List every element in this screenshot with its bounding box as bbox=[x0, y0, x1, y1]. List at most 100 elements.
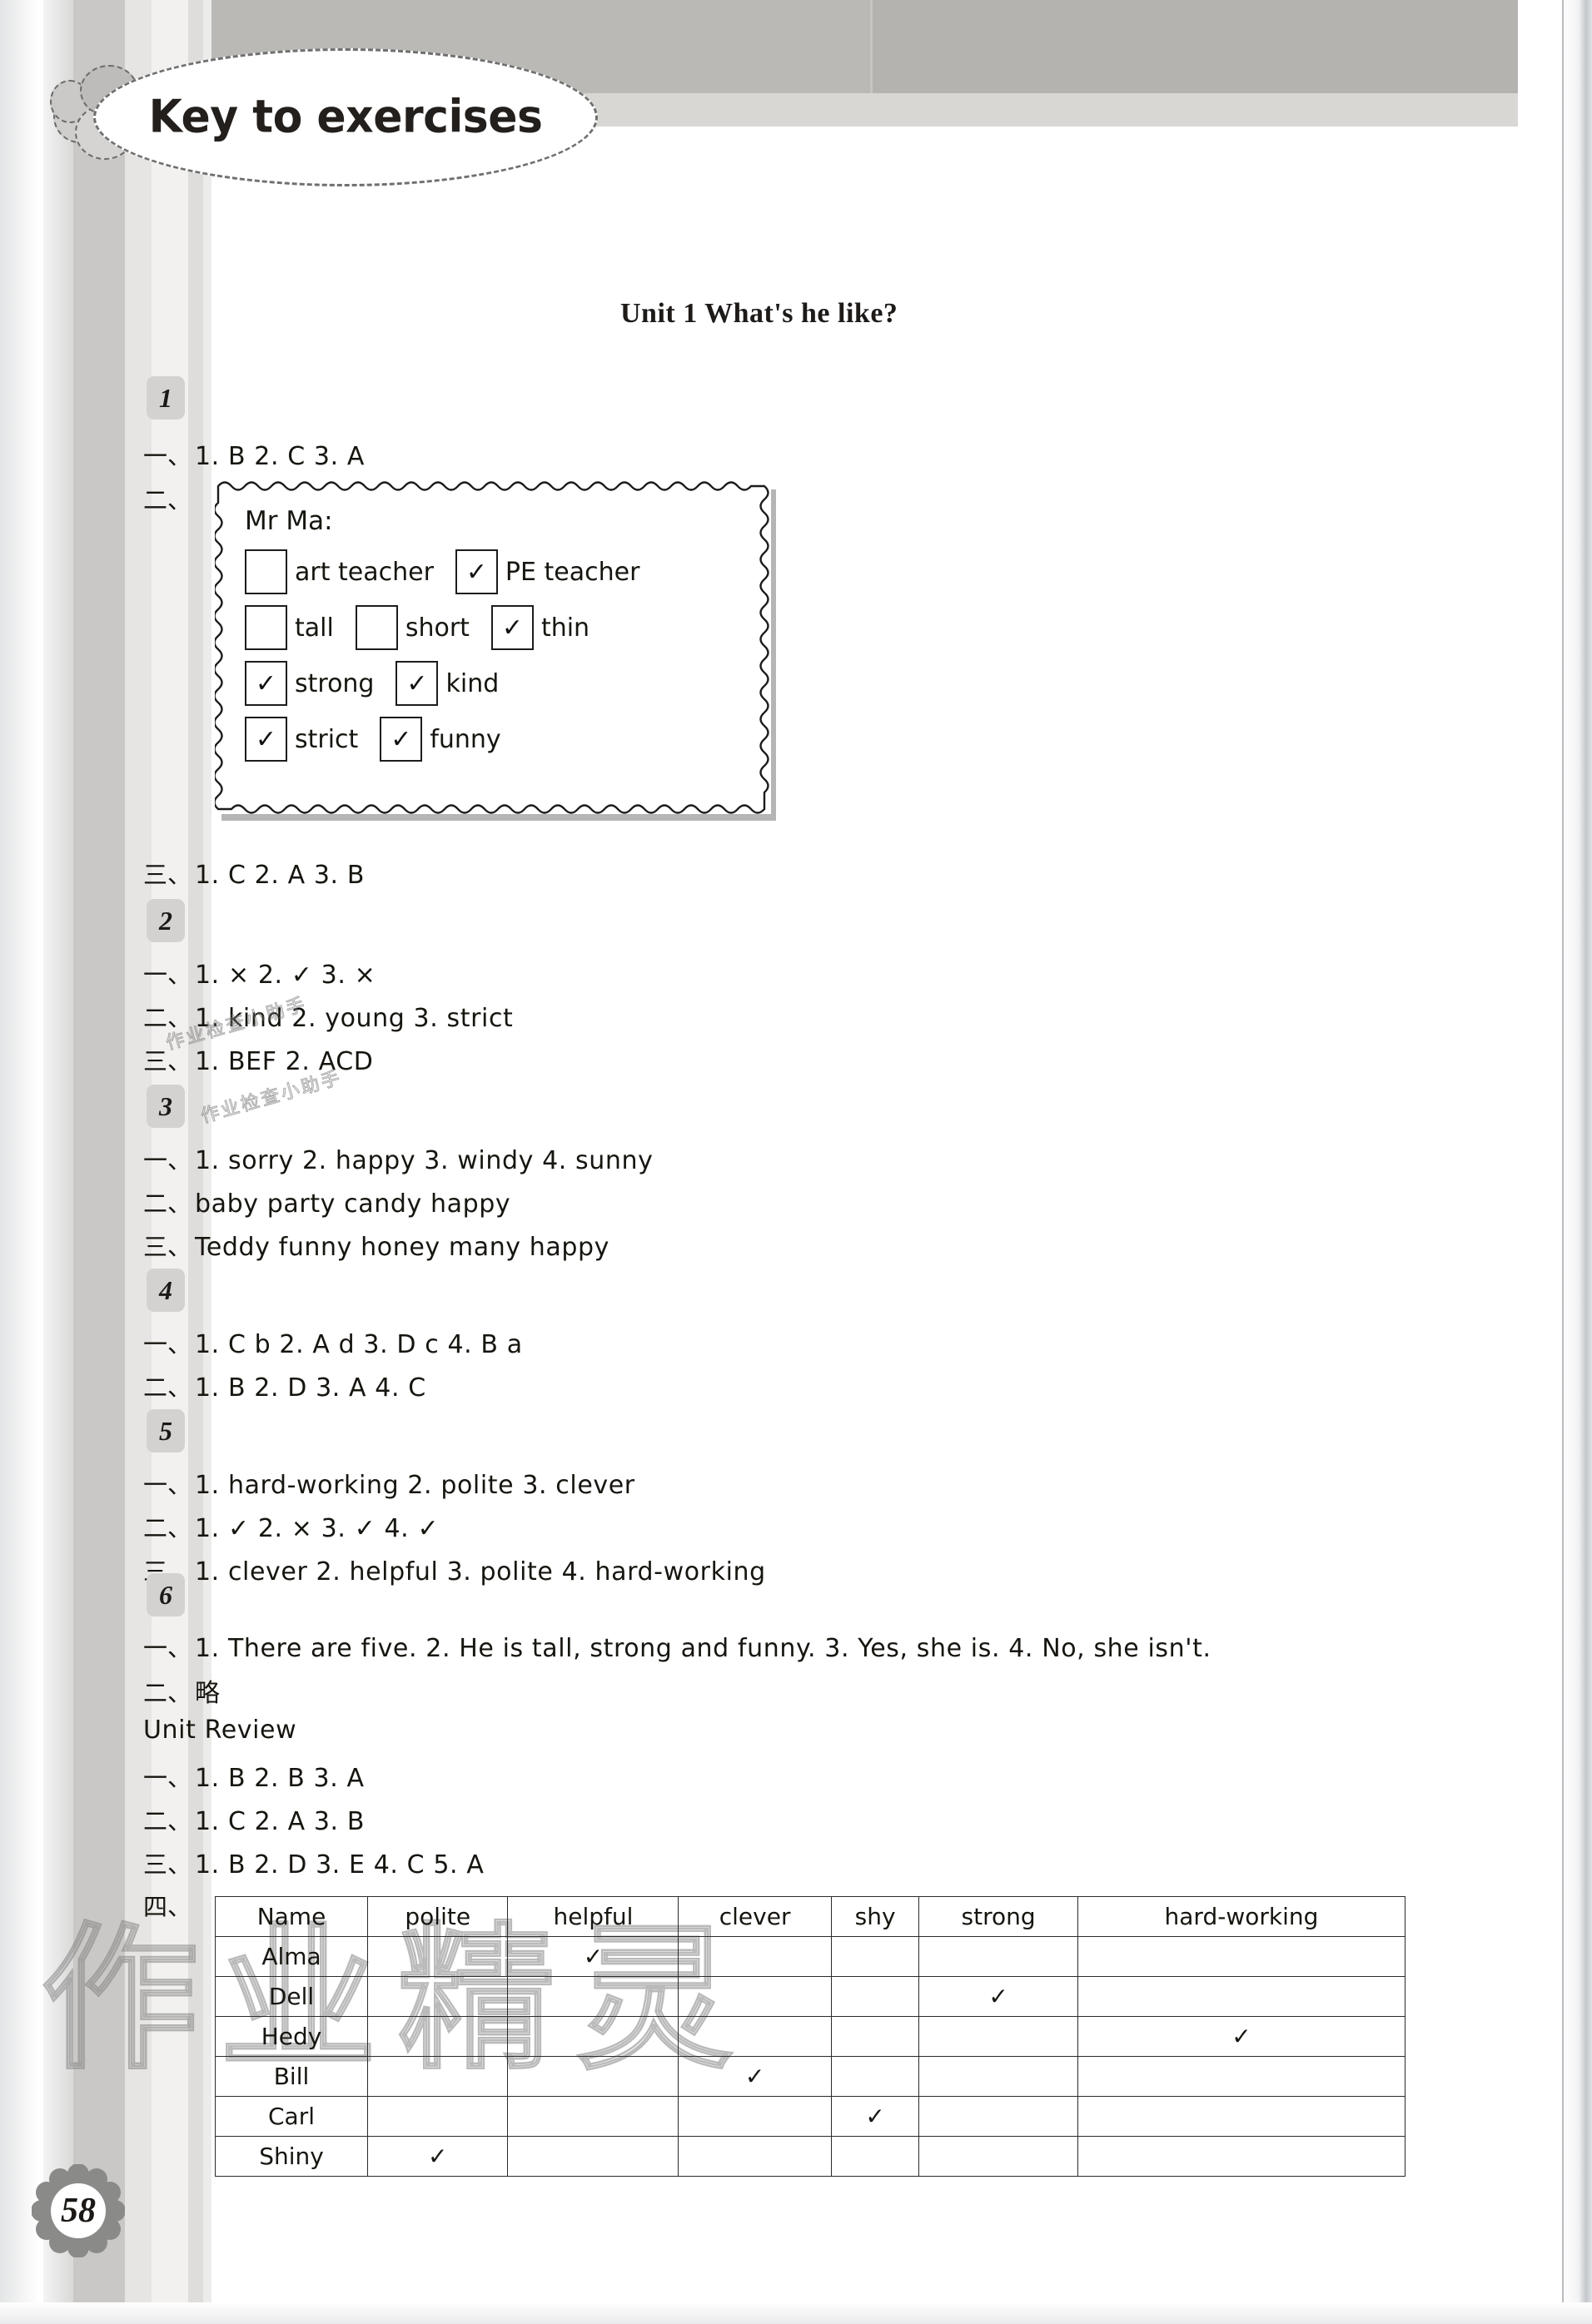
table-marker-row: 四、 bbox=[143, 1888, 195, 1923]
answer-marker: 三、 bbox=[143, 1850, 192, 1879]
answer-text: baby party candy happy bbox=[195, 1189, 511, 1219]
checkbox-checked-icon[interactable]: ✓ bbox=[490, 605, 534, 650]
table-cell-check bbox=[507, 2016, 679, 2057]
checkbox-row: ✓ strict ✓ funny bbox=[245, 717, 749, 762]
scanned-page: Key to exercises Unit 1 What's he like? … bbox=[0, 0, 1592, 2324]
checkbox-checked-icon[interactable]: ✓ bbox=[245, 661, 287, 706]
answer-text: 1. C 2. A 3. B bbox=[195, 861, 366, 890]
table-cell-check bbox=[678, 1936, 832, 1977]
checkbox-label: funny bbox=[430, 724, 501, 754]
answer-text: 1. hard-working 2. polite 3. clever bbox=[195, 1471, 635, 1500]
answer-marker-row: 二、 bbox=[143, 481, 195, 516]
checkbox-label: short bbox=[405, 613, 470, 643]
table-cell-check bbox=[507, 1976, 679, 2017]
answer-text: 1. clever 2. helpful 3. polite 4. hard-w… bbox=[195, 1557, 766, 1587]
table-cell-name: Alma bbox=[215, 1936, 368, 1977]
table-cell-check bbox=[830, 1976, 920, 2017]
answer-marker: 二、 bbox=[143, 1189, 192, 1218]
checkbox-icon[interactable] bbox=[245, 605, 287, 650]
checkbox-row: tall short ✓ thin bbox=[245, 605, 749, 650]
answer-line: 二、 1. kind 2. young 3. strict bbox=[143, 999, 513, 1034]
table-cell-check bbox=[918, 2016, 1078, 2057]
checkbox-item[interactable]: ✓ strong bbox=[245, 661, 374, 706]
checkbox-icon[interactable] bbox=[355, 605, 398, 650]
table-row: Shiny ✓ bbox=[215, 2136, 1406, 2177]
answer-line: 二、 baby party candy happy bbox=[143, 1184, 510, 1219]
gutter-band-3 bbox=[73, 0, 125, 2324]
exercise-badge-3: 3 bbox=[147, 1085, 185, 1128]
answer-marker: 二、 bbox=[143, 1807, 192, 1835]
checkbox-label: tall bbox=[295, 613, 334, 643]
table-cell-check: ✓ bbox=[366, 2136, 509, 2177]
answer-text: 1. B 2. D 3. A 4. C bbox=[195, 1373, 426, 1403]
table-cell-name: Hedy bbox=[215, 2016, 368, 2057]
table-row: Hedy ✓ bbox=[215, 2016, 1406, 2057]
table-cell-check bbox=[678, 2136, 832, 2177]
checkbox-row: art teacher ✓ PE teacher bbox=[245, 549, 749, 594]
box-person-name: Mr Ma: bbox=[245, 506, 333, 536]
table-cell-check: ✓ bbox=[830, 2096, 920, 2137]
checkbox-checked-icon[interactable]: ✓ bbox=[245, 717, 287, 762]
exercise-badge-1: 1 bbox=[147, 376, 185, 420]
table-cell-check bbox=[918, 2136, 1078, 2177]
page-number-badge: 58 bbox=[32, 2164, 125, 2257]
checkbox-label: kind bbox=[445, 668, 500, 698]
page-title: Key to exercises bbox=[148, 91, 543, 144]
table-header-row: Name polite helpful clever shy strong ha… bbox=[215, 1896, 1406, 1937]
checkbox-label: thin bbox=[540, 613, 590, 643]
table-cell-check bbox=[1077, 1976, 1406, 2017]
table-cell-check: ✓ bbox=[507, 1936, 679, 1977]
table-cell-check bbox=[366, 2096, 509, 2137]
table-row: Dell ✓ bbox=[215, 1976, 1406, 2017]
answer-line: 二、 1. ✓ 2. × 3. ✓ 4. ✓ bbox=[143, 1509, 439, 1544]
checkbox-item[interactable]: short bbox=[355, 605, 470, 650]
answer-text: 1. B 2. B 3. A bbox=[195, 1764, 365, 1793]
table-cell-check bbox=[678, 2016, 832, 2057]
checkbox-item[interactable]: ✓ strict bbox=[245, 717, 358, 762]
table-header-cell: helpful bbox=[507, 1896, 679, 1937]
right-scan-edge bbox=[1562, 0, 1592, 2324]
gutter-band-2 bbox=[43, 0, 73, 2324]
checkbox-label: PE teacher bbox=[505, 557, 640, 587]
checkbox-checked-icon[interactable]: ✓ bbox=[380, 717, 423, 762]
answer-line: 二、 1. B 2. D 3. A 4. C bbox=[143, 1368, 426, 1403]
table-header-cell: polite bbox=[366, 1896, 509, 1937]
table-cell-check bbox=[366, 2056, 509, 2097]
table-cell-check bbox=[366, 2016, 509, 2057]
answer-marker: 三、 bbox=[143, 1047, 192, 1075]
table-cell-check bbox=[1077, 2136, 1406, 2177]
table-cell-check bbox=[830, 1936, 920, 1977]
answer-text: 1. ✓ 2. × 3. ✓ 4. ✓ bbox=[195, 1514, 440, 1543]
checkbox-checked-icon[interactable]: ✓ bbox=[396, 661, 439, 706]
table-cell-check bbox=[830, 2056, 920, 2097]
answer-text: Teddy funny honey many happy bbox=[195, 1233, 610, 1262]
checkbox-item[interactable]: ✓ PE teacher bbox=[455, 549, 639, 594]
table-cell-check: ✓ bbox=[918, 1976, 1078, 2017]
table-header-cell: hard-working bbox=[1077, 1896, 1406, 1937]
checkbox-item[interactable]: ✓ funny bbox=[380, 717, 501, 762]
table-cell-check bbox=[918, 2096, 1078, 2137]
checkbox-item[interactable]: ✓ kind bbox=[396, 661, 499, 706]
table-row: Carl ✓ bbox=[215, 2096, 1406, 2137]
checkbox-checked-icon[interactable]: ✓ bbox=[455, 549, 498, 594]
checkbox-answer-box: Mr Ma: art teacher ✓ PE teacher tall sho… bbox=[215, 481, 771, 814]
answer-marker: 一、 bbox=[143, 1330, 192, 1358]
answer-line: 一、 1. hard-working 2. polite 3. clever bbox=[143, 1466, 635, 1501]
answer-text: 1. C 2. A 3. B bbox=[195, 1807, 366, 1836]
answer-text: 1. BEF 2. ACD bbox=[195, 1047, 374, 1076]
top-banner-right bbox=[873, 0, 1518, 93]
answer-line: 三、 1. B 2. D 3. E 4. C 5. A bbox=[143, 1845, 484, 1880]
table-cell-name: Bill bbox=[215, 2056, 368, 2097]
checkbox-item[interactable]: ✓ thin bbox=[490, 605, 590, 650]
checkbox-icon[interactable] bbox=[245, 549, 287, 594]
answer-line: 一、 1. There are five. 2. He is tall, str… bbox=[143, 1629, 1211, 1664]
answer-marker: 一、 bbox=[143, 1471, 192, 1499]
bottom-scan-edge bbox=[0, 2302, 1592, 2324]
table-cell-check bbox=[366, 1976, 509, 2017]
unit-review-table: Name polite helpful clever shy strong ha… bbox=[215, 1896, 1406, 2177]
answer-marker: 二、 bbox=[143, 1004, 192, 1032]
checkbox-item[interactable]: tall bbox=[245, 605, 334, 650]
checkbox-item[interactable]: art teacher bbox=[245, 549, 434, 594]
answer-marker: 二、 bbox=[143, 1514, 192, 1542]
page-title-ellipse: Key to exercises bbox=[93, 48, 598, 186]
